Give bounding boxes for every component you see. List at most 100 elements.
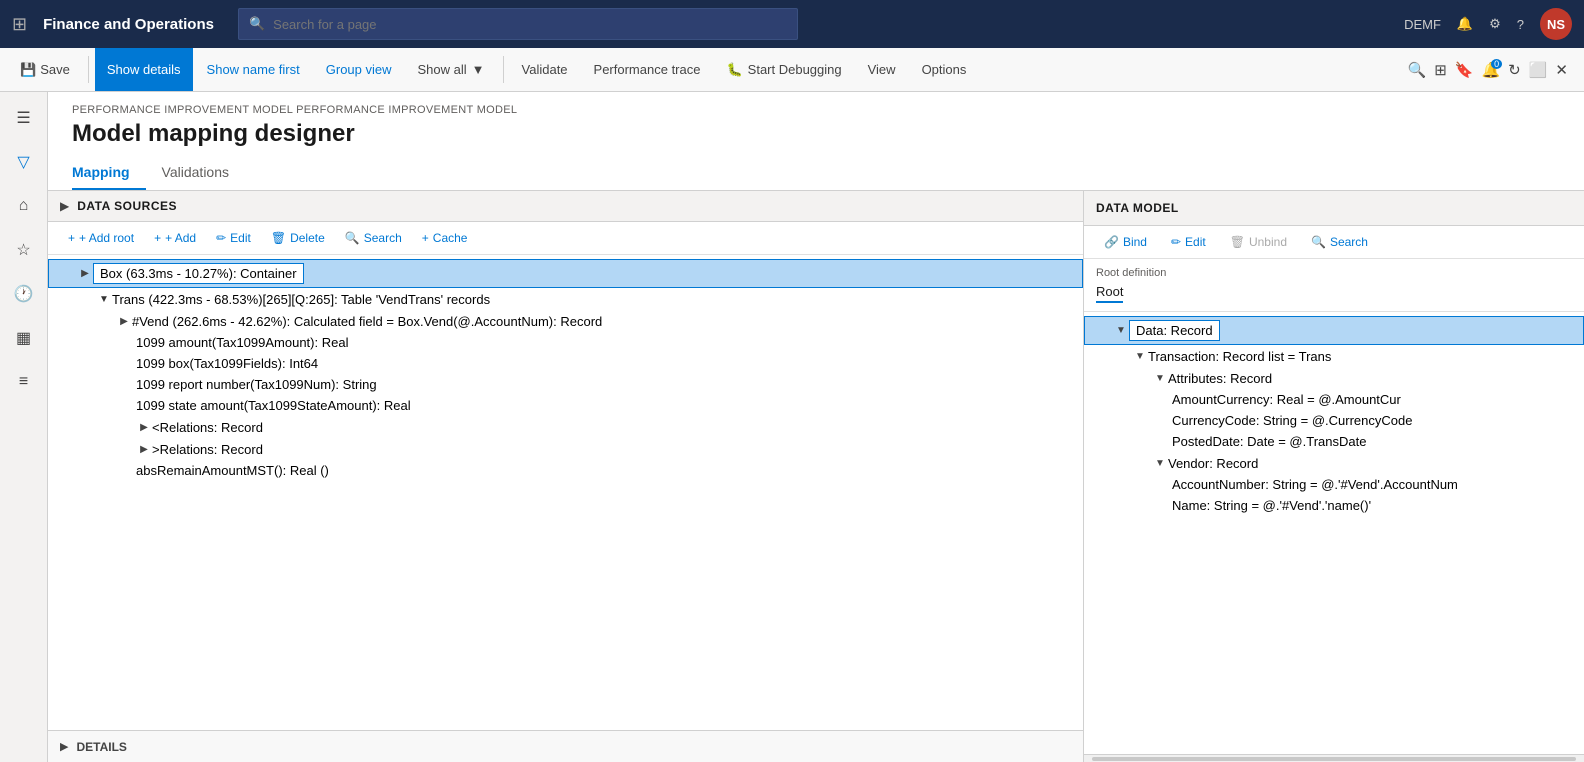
content-area: PERFORMANCE IMPROVEMENT MODEL PERFORMANC… <box>48 92 1584 762</box>
tree-item-label: Data: Record <box>1129 320 1220 341</box>
tree-row[interactable]: ▼ Trans (422.3ms - 68.53%)[265][Q:265]: … <box>48 288 1083 310</box>
toolbar-close-icon[interactable]: ✕ <box>1555 61 1568 79</box>
tree-item-label: 1099 amount(Tax1099Amount): Real <box>136 335 348 350</box>
options-button[interactable]: Options <box>910 48 979 91</box>
data-model-search-button[interactable]: 🔍 Search <box>1303 232 1376 252</box>
add-root-button[interactable]: + + Add root <box>60 228 142 248</box>
save-button[interactable]: 💾 Save <box>8 48 82 91</box>
sidebar-list-icon[interactable]: ≡ <box>6 364 42 400</box>
notification-icon[interactable]: 🔔 <box>1457 16 1473 32</box>
expand-icon[interactable]: ▶ <box>136 419 152 435</box>
tree-row[interactable]: 1099 amount(Tax1099Amount): Real <box>48 332 1083 353</box>
tree-row[interactable]: AmountCurrency: Real = @.AmountCur <box>1084 389 1584 410</box>
toolbar-bookmark-icon[interactable]: 🔖 <box>1455 61 1474 79</box>
sidebar-table-icon[interactable]: ▦ <box>6 320 42 356</box>
tree-item-label: Vendor: Record <box>1168 456 1258 471</box>
toolbar-badge-icon[interactable]: 🔔0 <box>1481 61 1500 79</box>
toolbar-open-icon[interactable]: ⬜ <box>1529 61 1548 79</box>
horizontal-scrollbar[interactable] <box>1084 754 1584 762</box>
avatar[interactable]: NS <box>1540 8 1572 40</box>
tree-item-label: AccountNumber: String = @.'#Vend'.Accoun… <box>1172 477 1458 492</box>
expand-icon[interactable]: ▶ <box>136 441 152 457</box>
unbind-button[interactable]: 🗑 Unbind <box>1222 232 1295 252</box>
tree-row[interactable]: CurrencyCode: String = @.CurrencyCode <box>1084 410 1584 431</box>
validate-button[interactable]: Validate <box>510 48 580 91</box>
data-model-edit-button[interactable]: ✏ Edit <box>1163 232 1214 252</box>
collapse-icon[interactable]: ▼ <box>1113 323 1129 339</box>
data-sources-title: DATA SOURCES <box>77 199 177 213</box>
tree-row[interactable]: PostedDate: Date = @.TransDate <box>1084 431 1584 452</box>
sidebar-clock-icon[interactable]: 🕐 <box>6 276 42 312</box>
tree-row[interactable]: 1099 box(Tax1099Fields): Int64 <box>48 353 1083 374</box>
edit-button[interactable]: ✏ Edit <box>208 228 259 248</box>
help-icon[interactable]: ? <box>1517 17 1524 32</box>
data-sources-header: ▶ DATA SOURCES <box>48 191 1083 222</box>
tree-row[interactable]: AccountNumber: String = @.'#Vend'.Accoun… <box>1084 474 1584 495</box>
performance-trace-button[interactable]: Performance trace <box>582 48 713 91</box>
tree-row[interactable]: ▶ <Relations: Record <box>48 416 1083 438</box>
tree-row[interactable]: 1099 state amount(Tax1099StateAmount): R… <box>48 395 1083 416</box>
root-def-value: Root <box>1096 284 1123 303</box>
tree-item-label: <Relations: Record <box>152 420 263 435</box>
toolbar-divider-2 <box>503 56 504 83</box>
start-debugging-button[interactable]: 🐛 Start Debugging <box>714 48 853 91</box>
toolbar-settings-icon[interactable]: ⊞ <box>1434 61 1447 79</box>
delete-button[interactable]: 🗑 Delete <box>263 228 333 248</box>
edit-pencil-icon: ✏ <box>1171 235 1181 249</box>
grid-icon[interactable]: ⊞ <box>12 14 27 35</box>
details-section: ▶ DETAILS <box>48 730 1083 762</box>
left-sidebar: ☰ ▽ ⌂ ☆ 🕐 ▦ ≡ <box>0 92 48 762</box>
topnav: ⊞ Finance and Operations 🔍 DEMF 🔔 ⚙ ? NS <box>0 0 1584 48</box>
toolbar-refresh-icon[interactable]: ↻ <box>1508 61 1521 79</box>
cache-button[interactable]: + Cache <box>414 228 476 248</box>
tree-row[interactable]: ▼ Data: Record <box>1084 316 1584 345</box>
tab-validations[interactable]: Validations <box>162 156 245 190</box>
details-expand-icon[interactable]: ▶ <box>60 740 68 753</box>
tabs: Mapping Validations <box>48 156 1584 191</box>
sidebar-home-icon[interactable]: ⌂ <box>6 188 42 224</box>
global-search-box[interactable]: 🔍 <box>238 8 798 40</box>
datasources-search-button[interactable]: 🔍 Search <box>337 228 410 248</box>
tree-row[interactable]: Name: String = @.'#Vend'.'name()' <box>1084 495 1584 516</box>
tree-row[interactable]: absRemainAmountMST(): Real () <box>48 460 1083 481</box>
tree-item-label: >Relations: Record <box>152 442 263 457</box>
show-all-button[interactable]: Show all ▼ <box>406 48 497 91</box>
data-sources-toolbar: + + Add root + + Add ✏ Edit 🗑 Delete <box>48 222 1083 255</box>
add-button[interactable]: + + Add <box>146 228 204 248</box>
collapse-icon[interactable]: ▼ <box>96 291 112 307</box>
expand-icon[interactable]: ▶ <box>77 266 93 282</box>
toolbar-search-icon[interactable]: 🔍 <box>1408 61 1427 79</box>
tree-row[interactable]: ▼ Transaction: Record list = Trans <box>1084 345 1584 367</box>
tree-item-label: absRemainAmountMST(): Real () <box>136 463 329 478</box>
expand-icon[interactable]: ▶ <box>116 313 132 329</box>
add-root-icon: + <box>68 231 75 245</box>
collapse-icon[interactable]: ▼ <box>1132 348 1148 364</box>
pencil-icon: ✏ <box>216 231 226 245</box>
view-button[interactable]: View <box>856 48 908 91</box>
tree-row[interactable]: ▶ Box (63.3ms - 10.27%): Container <box>48 259 1083 288</box>
settings-icon[interactable]: ⚙ <box>1489 16 1501 32</box>
sidebar-menu-icon[interactable]: ☰ <box>6 100 42 136</box>
tree-row[interactable]: ▶ >Relations: Record <box>48 438 1083 460</box>
add-icon: + <box>154 231 161 245</box>
tab-mapping[interactable]: Mapping <box>72 156 146 190</box>
tree-item-label: 1099 box(Tax1099Fields): Int64 <box>136 356 318 371</box>
tree-row[interactable]: ▼ Attributes: Record <box>1084 367 1584 389</box>
global-search-input[interactable] <box>273 17 787 32</box>
panels: ▶ DATA SOURCES + + Add root + + Add ✏ Ed… <box>48 191 1584 762</box>
tree-row[interactable]: 1099 report number(Tax1099Num): String <box>48 374 1083 395</box>
group-view-button[interactable]: Group view <box>314 48 404 91</box>
collapse-icon[interactable]: ▼ <box>1152 370 1168 386</box>
bind-button[interactable]: 🔗 Bind <box>1096 232 1155 252</box>
sidebar-filter-icon[interactable]: ▽ <box>6 144 42 180</box>
tree-item-label: #Vend (262.6ms - 42.62%): Calculated fie… <box>132 314 602 329</box>
left-panel: ▶ DATA SOURCES + + Add root + + Add ✏ Ed… <box>48 191 1084 762</box>
data-sources-collapse-icon[interactable]: ▶ <box>60 199 69 213</box>
sidebar-star-icon[interactable]: ☆ <box>6 232 42 268</box>
tree-row[interactable]: ▶ #Vend (262.6ms - 42.62%): Calculated f… <box>48 310 1083 332</box>
search-icon: 🔍 <box>345 231 360 245</box>
show-details-button[interactable]: Show details <box>95 48 193 91</box>
collapse-icon[interactable]: ▼ <box>1152 455 1168 471</box>
show-name-first-button[interactable]: Show name first <box>195 48 312 91</box>
tree-row[interactable]: ▼ Vendor: Record <box>1084 452 1584 474</box>
